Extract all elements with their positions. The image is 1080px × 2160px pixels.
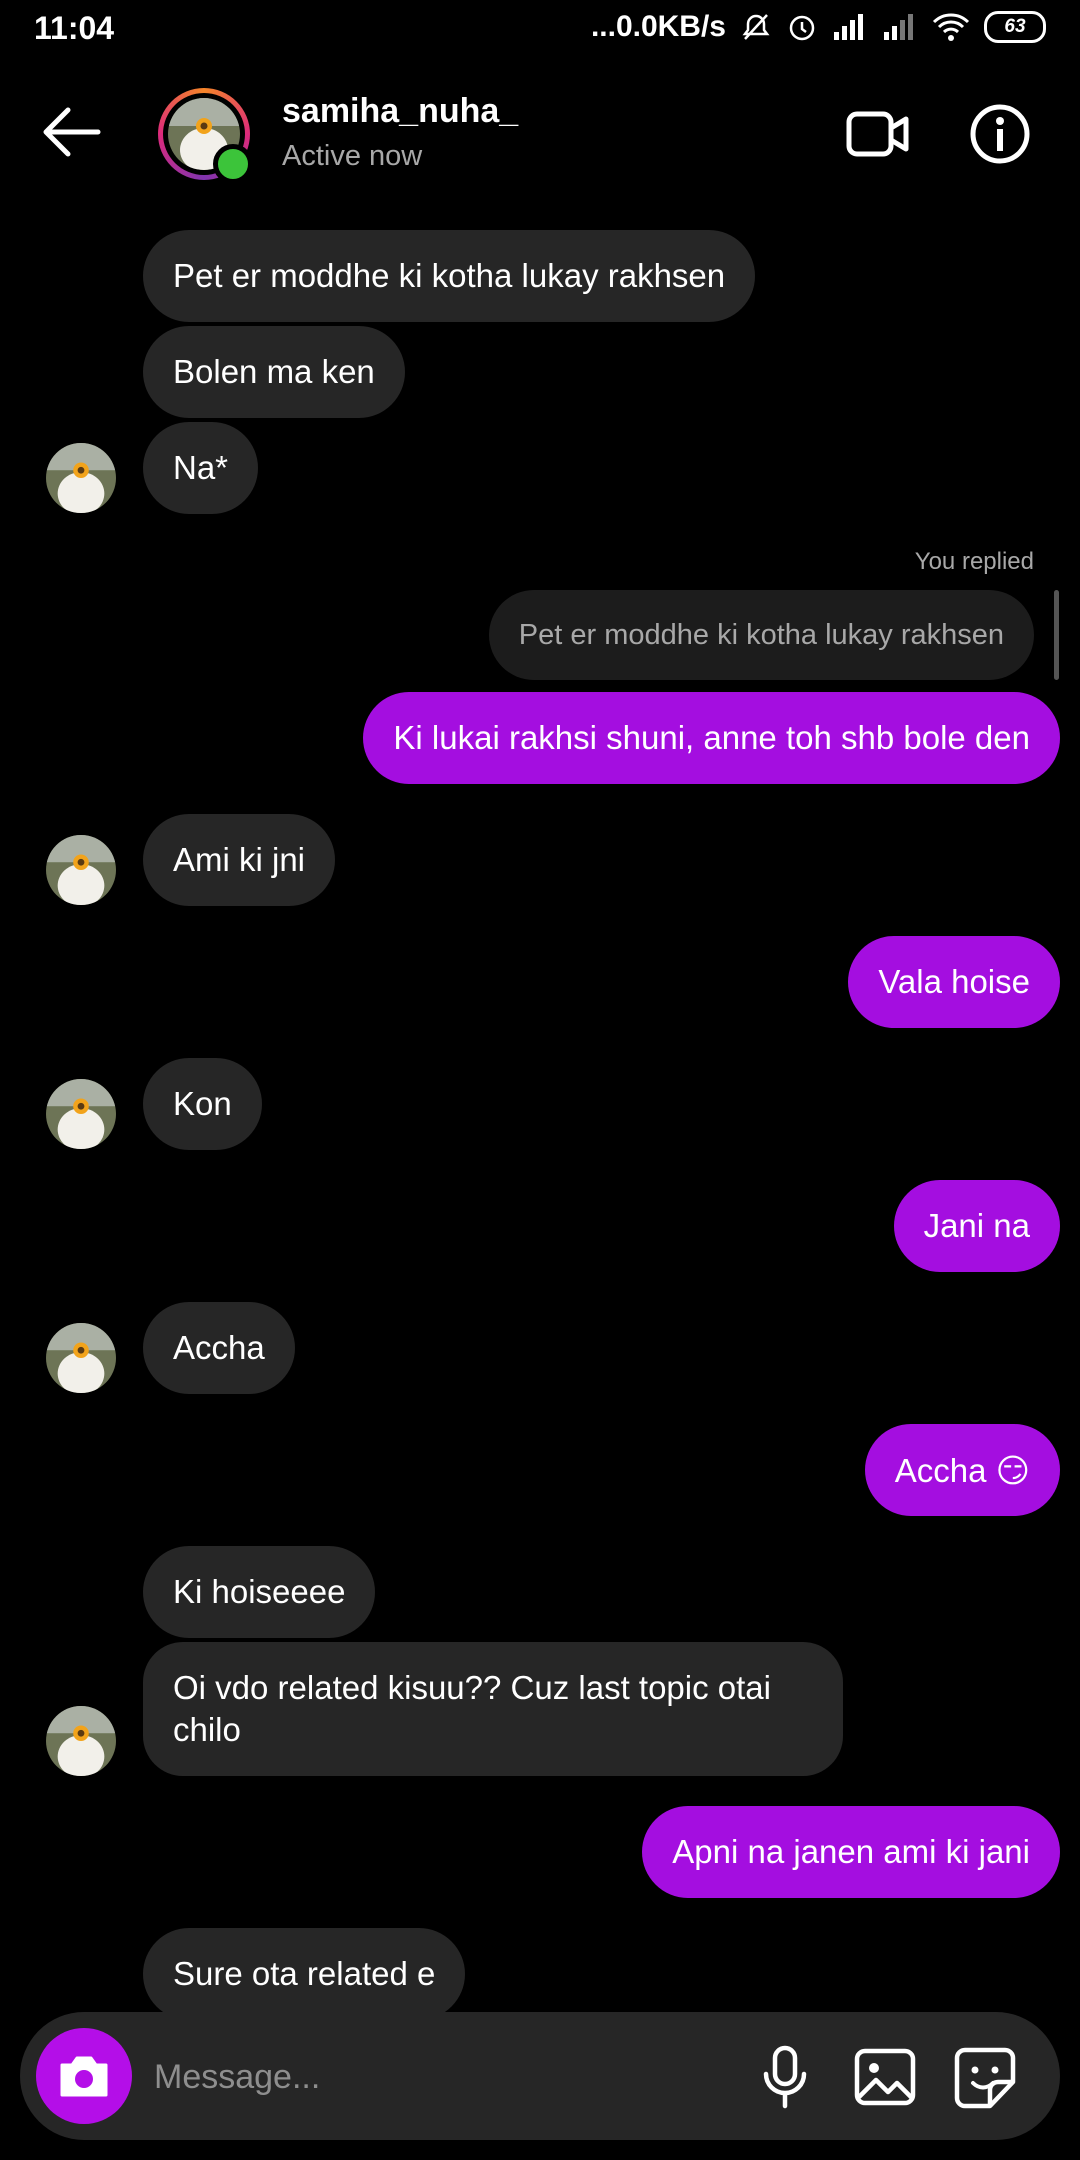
info-icon	[970, 104, 1030, 164]
message-bubble-outgoing[interactable]: Apni na janen ami ki jani	[642, 1806, 1060, 1898]
status-bar: 11:04 ...0.0KB/s 63	[0, 0, 1080, 62]
message-bubble-outgoing[interactable]: Ki lukai rakhsi shuni, anne toh shb bole…	[363, 692, 1060, 784]
back-button[interactable]	[38, 102, 104, 162]
image-icon	[854, 2048, 916, 2106]
message-bubble-incoming[interactable]: Accha	[143, 1302, 295, 1394]
message-bubble-incoming[interactable]: Pet er moddhe ki kotha lukay rakhsen	[143, 230, 756, 322]
message-bubble-incoming[interactable]: Ami ki jni	[143, 814, 336, 906]
message-input[interactable]	[152, 2046, 716, 2108]
chat-header: samiha_nuha_ Active now	[0, 62, 1080, 212]
online-indicator	[213, 144, 253, 184]
sender-avatar[interactable]	[46, 1079, 116, 1149]
profile-avatar[interactable]	[158, 88, 253, 184]
mute-icon	[742, 14, 770, 40]
sender-avatar[interactable]	[46, 443, 116, 513]
gallery-button[interactable]	[850, 2042, 920, 2112]
status-time: 11:04	[34, 10, 115, 46]
video-call-button[interactable]	[846, 104, 910, 164]
reply-indicator-bar	[1054, 590, 1059, 680]
message-bubble-outgoing[interactable]: Vala hoise	[848, 936, 1060, 1028]
message-bubble-outgoing[interactable]: Jani na	[893, 1180, 1060, 1272]
sender-avatar[interactable]	[46, 835, 116, 905]
message-bubble-outgoing[interactable]: Accha 😏	[864, 1424, 1060, 1516]
signal-icon-2	[884, 14, 913, 40]
signal-icon	[834, 14, 863, 40]
chat-username[interactable]: samiha_nuha_	[282, 92, 518, 131]
battery-level: 63	[1004, 16, 1026, 37]
camera-button[interactable]	[36, 2028, 132, 2124]
sticker-icon	[954, 2047, 1016, 2109]
info-button[interactable]	[968, 102, 1032, 166]
quoted-message[interactable]: Pet er moddhe ki kotha lukay rakhsen	[488, 590, 1034, 680]
alarm-icon	[789, 15, 815, 41]
message-bubble-incoming[interactable]: Ki hoiseeee	[143, 1546, 376, 1638]
message-composer	[20, 2012, 1060, 2140]
wifi-icon	[932, 13, 970, 41]
sticker-button[interactable]	[950, 2042, 1020, 2112]
message-bubble-incoming[interactable]: Kon	[143, 1058, 262, 1150]
microphone-icon	[763, 2045, 807, 2109]
status-icons: ...0.0KB/s 63	[591, 10, 1046, 44]
message-bubble-incoming[interactable]: Sure ota related e	[143, 1928, 466, 2020]
sender-avatar[interactable]	[46, 1706, 116, 1776]
network-speed: ...0.0KB/s	[590, 10, 726, 43]
message-bubble-incoming[interactable]: Bolen ma ken	[143, 326, 405, 418]
voice-message-button[interactable]	[750, 2042, 820, 2112]
video-camera-icon	[846, 111, 909, 157]
message-bubble-incoming[interactable]: Oi vdo related kisuu?? Cuz last topic ot…	[143, 1642, 843, 1776]
camera-icon	[60, 2056, 108, 2097]
active-status: Active now	[282, 140, 423, 172]
message-bubble-incoming[interactable]: Na*	[143, 422, 259, 514]
battery-icon: 63	[984, 11, 1046, 43]
sender-avatar[interactable]	[46, 1323, 116, 1393]
you-replied-label: You replied	[914, 548, 1034, 575]
back-arrow-icon	[43, 107, 101, 157]
